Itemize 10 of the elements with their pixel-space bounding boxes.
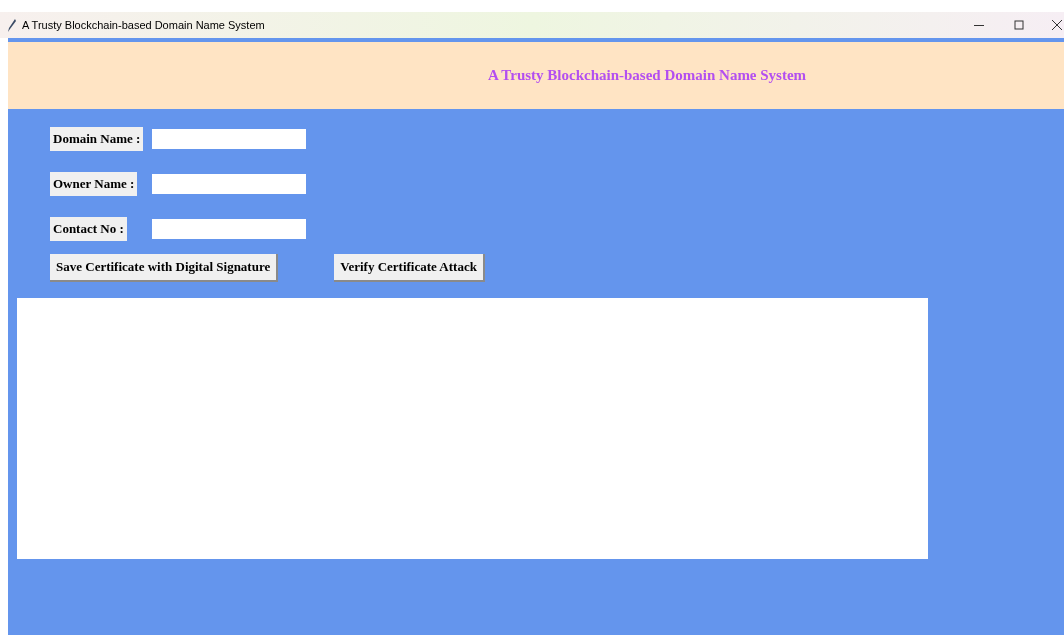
maximize-icon[interactable]	[1014, 20, 1024, 30]
feather-icon	[8, 18, 16, 32]
text-field[interactable]	[152, 218, 306, 239]
text-field[interactable]	[152, 173, 306, 194]
window-title: A Trusty Blockchain-based Domain Name System	[22, 17, 265, 33]
text-field[interactable]	[152, 128, 306, 149]
action-button[interactable]: Verify Certificate Attack	[334, 254, 485, 282]
app-title: A Trusty Blockchain-based Domain Name System	[487, 66, 807, 86]
action-button[interactable]: Save Certificate with Digital Signature	[50, 254, 279, 282]
close-icon[interactable]	[1052, 20, 1062, 30]
